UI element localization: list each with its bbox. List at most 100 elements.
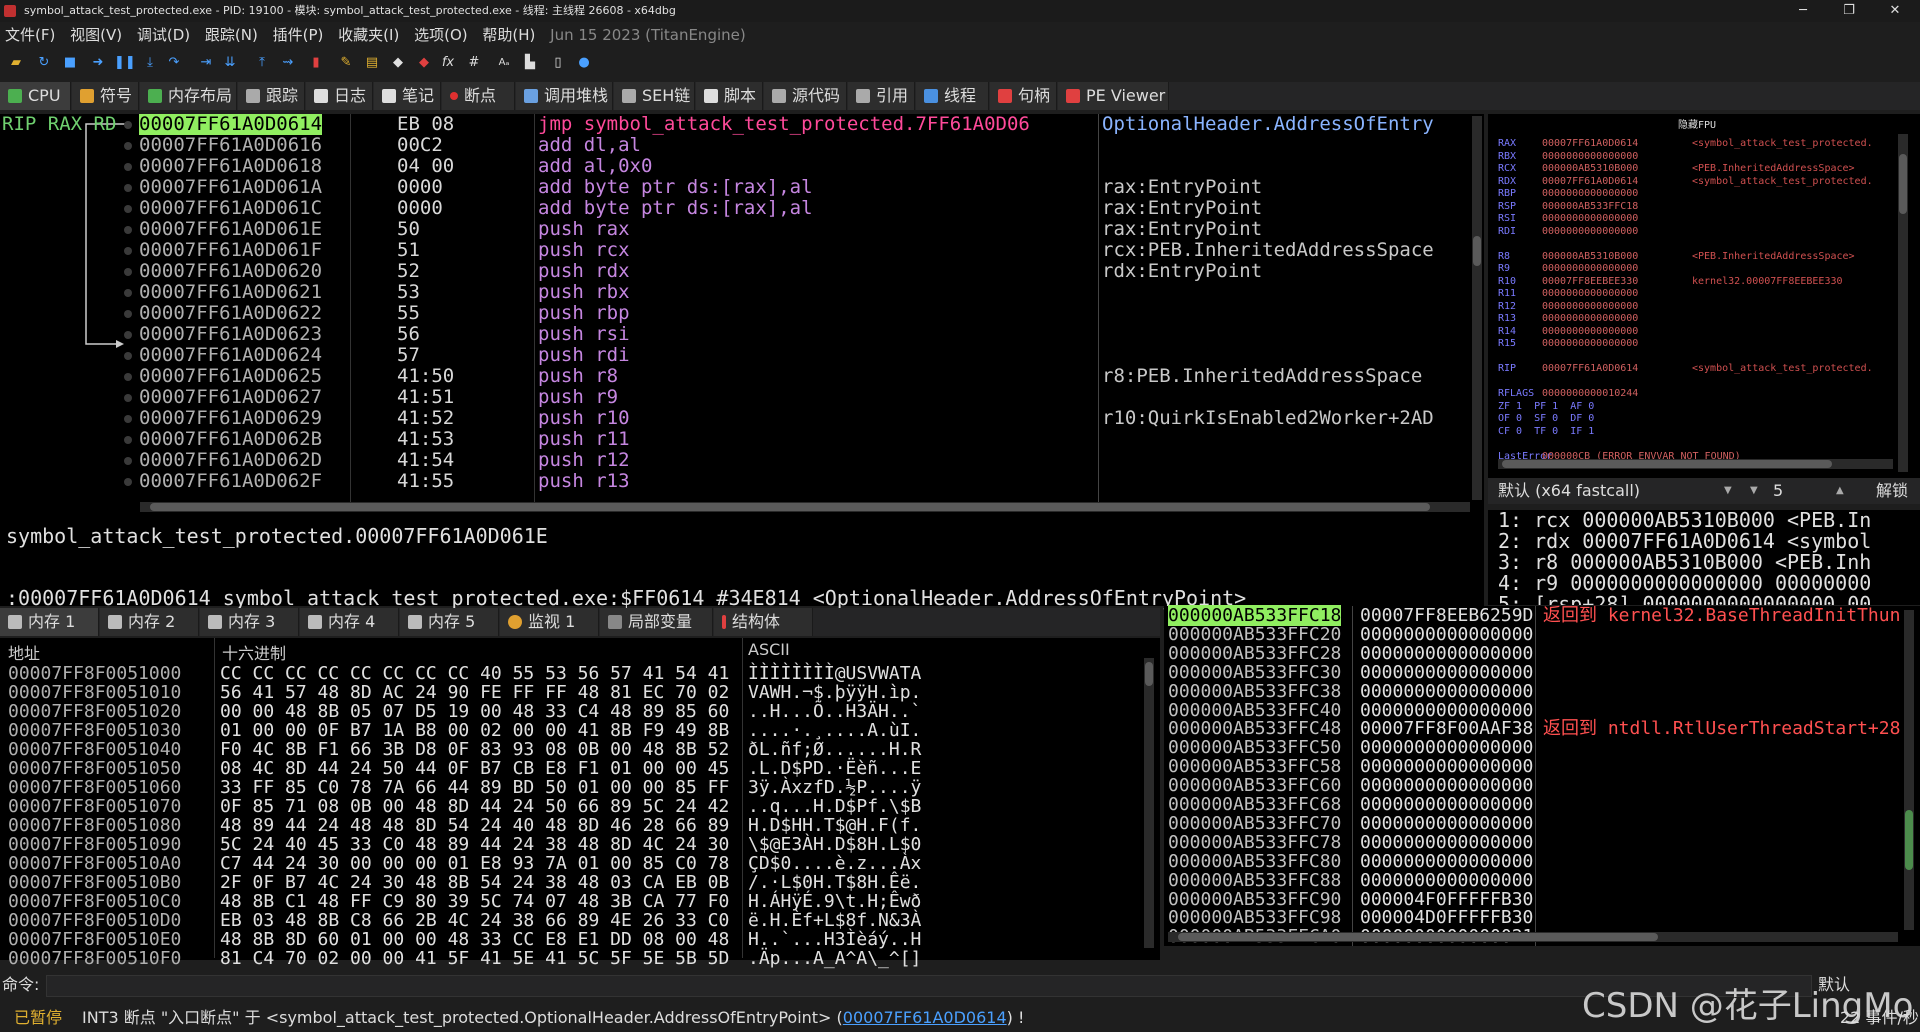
register-value[interactable]: 0000000000000000 <box>1542 301 1692 313</box>
register-hscroll[interactable] <box>1498 459 1893 469</box>
dump-row[interactable]: 00007FF8F00510E0 48 8B 8D 60 01 00 00 48 … <box>8 930 1138 949</box>
menu-plugins[interactable]: 插件(P) <box>268 22 329 48</box>
tab-dump-2[interactable]: 内存 2 <box>100 608 199 636</box>
menu-view[interactable]: 视图(V) <box>65 22 127 48</box>
disasm-row[interactable]: 00007FF61A0D0622 55 push rbp <box>0 303 1470 324</box>
register-value[interactable]: 0000000000000000 <box>1542 263 1692 275</box>
disasm-row[interactable]: 00007FF61A0D062D 41:54 push r12 <box>0 450 1470 471</box>
minimize-button[interactable]: ─ <box>1780 0 1826 22</box>
breakpoint-dot-icon[interactable] <box>124 247 132 255</box>
tab-pe-viewer[interactable]: PE Viewer <box>1058 82 1169 110</box>
menu-trace[interactable]: 跟踪(N) <box>200 22 263 48</box>
register-value[interactable]: 000000AB533FFC18 <box>1542 201 1692 213</box>
dump-row[interactable]: 00007FF8F0051010 56 41 57 48 8D AC 24 90 … <box>8 683 1138 702</box>
disasm-row[interactable]: RIP RAX RD 00007FF61A0D0614 EB 08 jmp symbo… <box>0 114 1470 135</box>
tab-cpu[interactable]: CPU <box>0 82 71 110</box>
register-value[interactable]: 000000AB5310B000 <box>1542 251 1692 263</box>
tab-call-stack[interactable]: 调用堆栈 <box>516 82 613 110</box>
dump-row[interactable]: 00007FF8F00510B0 2F 0F B7 4C 24 30 48 8B … <box>8 873 1138 892</box>
dump-vscroll[interactable] <box>1144 658 1154 948</box>
register-row[interactable]: RBP 0000000000000000 <box>1498 188 1692 200</box>
close-button[interactable]: ✕ <box>1872 0 1918 22</box>
dump-hex-bytes[interactable]: 48 89 44 24 48 48 8D 54 24 40 48 8D 46 2… <box>220 816 729 835</box>
breakpoint-dot-icon[interactable] <box>124 226 132 234</box>
font-icon[interactable]: Aₐ <box>496 55 512 71</box>
breakpoint-dot-icon[interactable] <box>124 352 132 360</box>
register-row[interactable]: R9 0000000000000000 <box>1498 263 1692 275</box>
execute-till-return-icon[interactable]: ⤒ <box>254 55 270 71</box>
tab-handles[interactable]: 句柄 <box>990 82 1057 110</box>
breakpoint-dot-icon[interactable] <box>124 457 132 465</box>
dump-hex-bytes[interactable]: EB 03 48 8B C8 66 2B 4C 24 38 66 89 4E 2… <box>220 911 729 930</box>
tab-memory-map[interactable]: 内存布局 <box>140 82 237 110</box>
dump-row[interactable]: 00007FF8F00510F0 81 C4 70 02 00 00 41 5F … <box>8 949 1138 968</box>
disasm-row[interactable]: 00007FF61A0D061C 0000 add byte ptr ds:[rax… <box>0 198 1470 219</box>
stack-row[interactable]: 000000AB533FFC28 0000000000000000 <box>1168 644 1903 663</box>
register-row[interactable]: OF 0 SF 0 DF 0 <box>1498 413 1744 425</box>
register-row[interactable]: RDX 00007FF61A0D0614 <symbol_attack_test_p… <box>1498 176 1873 188</box>
dump-row[interactable]: 00007FF8F00510A0 C7 44 24 30 00 00 00 01 … <box>8 854 1138 873</box>
disasm-row[interactable]: 00007FF61A0D061A 0000 add byte ptr ds:[rax… <box>0 177 1470 198</box>
functions-icon[interactable]: fx <box>440 55 456 71</box>
stack-row[interactable]: 000000AB533FFC58 0000000000000000 <box>1168 757 1903 776</box>
stack-row[interactable]: 000000AB533FFC48 00007FF8F00AAF38 返回到 ntdl… <box>1168 719 1903 738</box>
stack-row[interactable]: 000000AB533FFC88 0000000000000000 <box>1168 871 1903 890</box>
convention-chevron-icon[interactable]: ▼ <box>1724 478 1732 504</box>
register-value[interactable]: 00007FF61A0D0614 <box>1542 363 1692 375</box>
register-value[interactable]: 0000000000000000 <box>1542 213 1692 225</box>
stack-row[interactable]: 000000AB533FFC30 0000000000000000 <box>1168 663 1903 682</box>
stack-vscroll[interactable] <box>1904 610 1914 930</box>
register-row[interactable]: RAX 00007FF61A0D0614 <symbol_attack_test_p… <box>1498 138 1873 150</box>
tab-script[interactable]: 脚本 <box>696 82 763 110</box>
stack-row[interactable]: 000000AB533FFC68 0000000000000000 <box>1168 795 1903 814</box>
stack-row[interactable]: 000000AB533FFC90 000004F0FFFFFB30 <box>1168 890 1903 909</box>
breakpoint-dot-icon[interactable] <box>124 436 132 444</box>
stack-row[interactable]: 000000AB533FFC40 0000000000000000 <box>1168 701 1903 720</box>
register-row[interactable]: R8 000000AB5310B000 <PEB.InheritedAddressS… <box>1498 251 1855 263</box>
breakpoint-dot-icon[interactable] <box>124 163 132 171</box>
dump-row[interactable]: 00007FF8F0051030 01 00 00 0F B7 1A B8 00 … <box>8 721 1138 740</box>
restart-icon[interactable]: ↻ <box>36 55 52 71</box>
tab-notes[interactable]: 笔记 <box>374 82 441 110</box>
breakpoint-dot-icon[interactable] <box>124 373 132 381</box>
arg-count-spinner[interactable]: 5 <box>1773 478 1783 504</box>
register-value[interactable]: 0000000000000000 <box>1542 288 1692 300</box>
command-input[interactable] <box>46 975 1812 997</box>
tab-trace[interactable]: 跟踪 <box>238 82 305 110</box>
menu-file[interactable]: 文件(F) <box>0 22 60 48</box>
breakpoint-dot-icon[interactable] <box>124 415 132 423</box>
register-value[interactable]: 0000000000000000 <box>1542 151 1692 163</box>
tab-source[interactable]: 源代码 <box>764 82 847 110</box>
register-value[interactable]: 0000000000000000 <box>1542 188 1692 200</box>
tab-symbols[interactable]: 符号 <box>72 82 139 110</box>
dump-hex-bytes[interactable]: F0 4C 8B F1 66 3B D8 0F 83 93 08 0B 00 4… <box>220 740 729 759</box>
breakpoint-dot-icon[interactable] <box>124 289 132 297</box>
register-row[interactable]: R10 00007FF8EEBEE330 kernel32.00007FF8EEBE… <box>1498 276 1843 288</box>
tab-dump-3[interactable]: 内存 3 <box>200 608 299 636</box>
globe-icon[interactable]: ● <box>576 55 592 71</box>
stop-icon[interactable]: ■ <box>62 55 78 71</box>
register-vscroll[interactable] <box>1898 134 1908 472</box>
register-row[interactable]: R12 0000000000000000 <box>1498 301 1692 313</box>
dump-hex-bytes[interactable]: C7 44 24 30 00 00 00 01 E8 93 7A 01 00 8… <box>220 854 729 873</box>
tab-seh-chain[interactable]: SEH链 <box>614 82 695 110</box>
breakpoint-dot-icon[interactable] <box>124 205 132 213</box>
dump-row[interactable]: 00007FF8F00510C0 48 8B C1 48 FF C9 80 39 … <box>8 892 1138 911</box>
disassembly-view[interactable]: RIP RAX RD 00007FF61A0D0614 EB 08 jmp symbo… <box>0 114 1484 514</box>
register-panel[interactable]: 隐藏FPU RAX 00007FF61A0D0614 <symbol_attack_… <box>1488 114 1920 484</box>
breakpoint-dot-icon[interactable] <box>124 394 132 402</box>
stack-row[interactable]: 000000AB533FFC18 00007FF8EEB6259D 返回到 kern… <box>1168 605 1903 626</box>
dump-row[interactable]: 00007FF8F0051090 5C 24 40 45 33 C0 48 89 … <box>8 835 1138 854</box>
register-row[interactable]: RBX 0000000000000000 <box>1498 151 1692 163</box>
disasm-row[interactable]: 00007FF61A0D061F 51 push rcx rcx:PEB.Inheri… <box>0 240 1470 261</box>
dump-row[interactable]: 00007FF8F0051040 F0 4C 8B F1 66 3B D8 0F … <box>8 740 1138 759</box>
register-row[interactable]: RFLAGS 0000000000010244 <box>1498 388 1638 400</box>
dump-hex-bytes[interactable]: 0F 85 71 08 0B 00 48 8D 44 24 50 66 89 5… <box>220 797 729 816</box>
run-icon[interactable]: ➜ <box>90 55 106 71</box>
labels-icon[interactable]: ◆ <box>390 55 406 71</box>
register-row[interactable]: CF 0 TF 0 IF 1 <box>1498 426 1744 438</box>
register-row[interactable] <box>1498 351 1692 363</box>
menu-debug[interactable]: 调试(D) <box>132 22 195 48</box>
dump-row[interactable]: 00007FF8F0051000 CC CC CC CC CC CC CC CC … <box>8 664 1138 683</box>
stack-row[interactable]: 000000AB533FFC20 0000000000000000 <box>1168 625 1903 644</box>
